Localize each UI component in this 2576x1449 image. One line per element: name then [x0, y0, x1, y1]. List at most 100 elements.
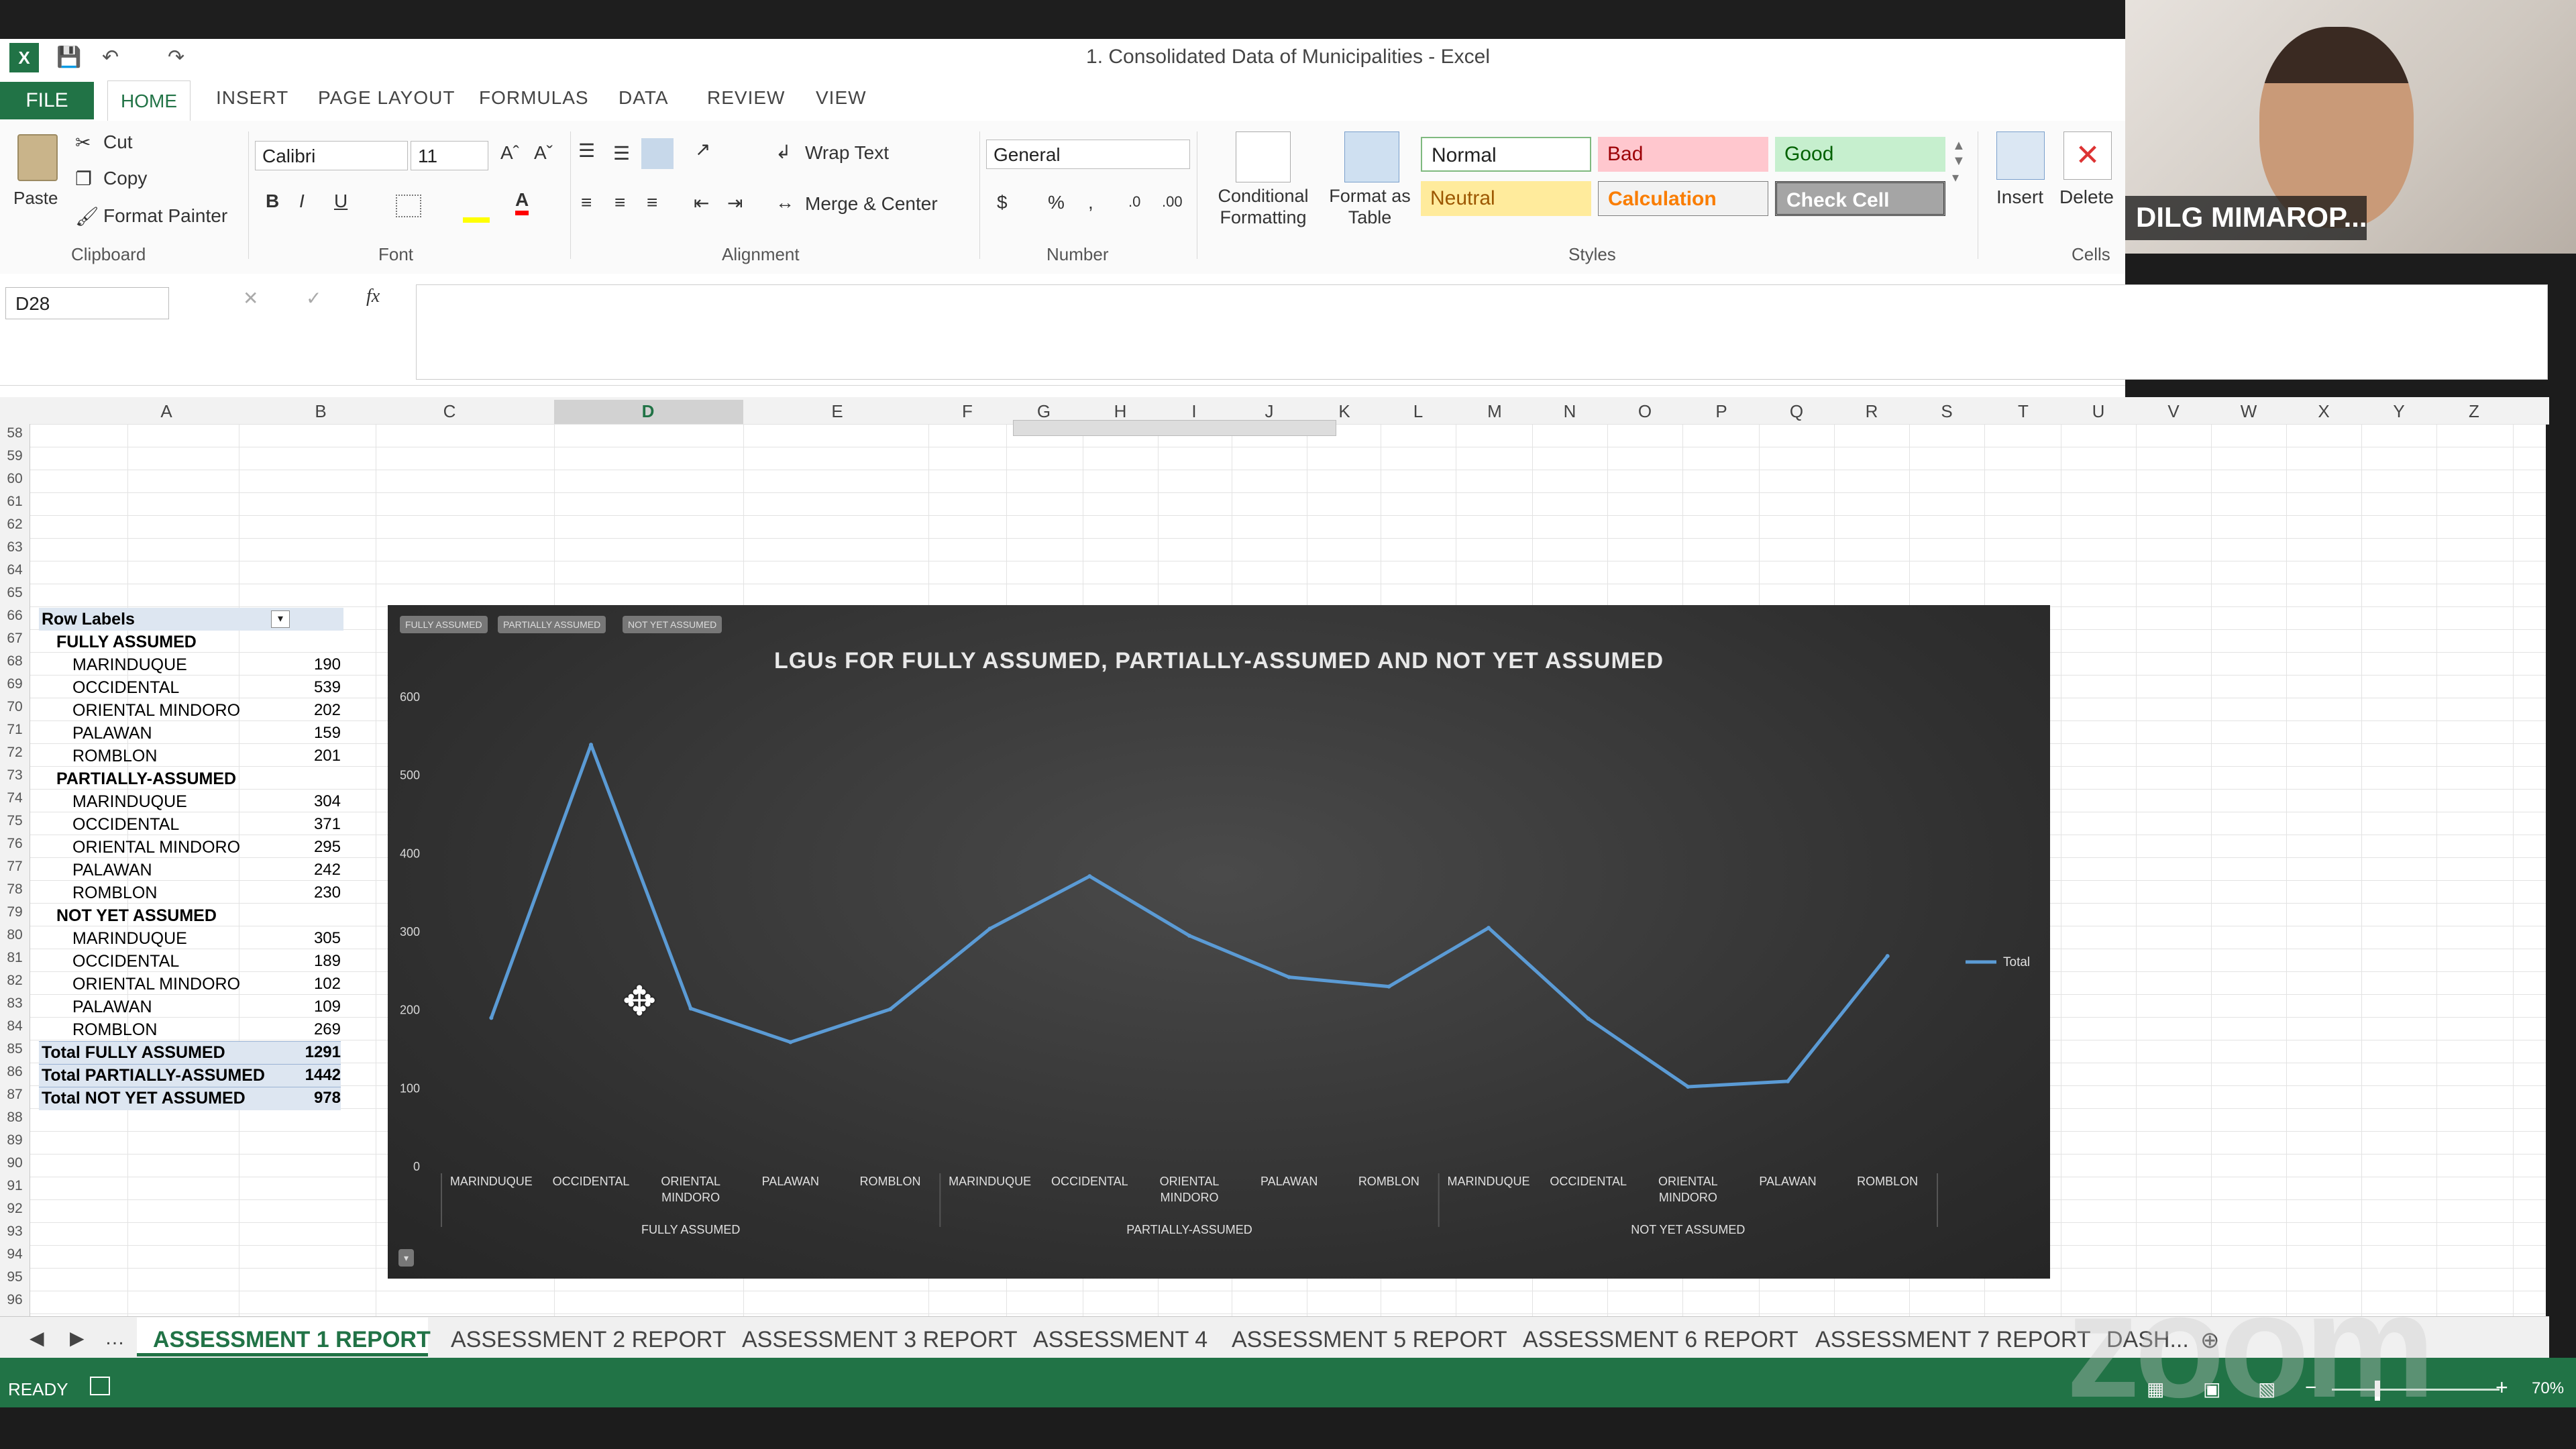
data-point[interactable] [589, 743, 593, 747]
row-header[interactable]: 62 [1, 517, 28, 533]
column-header-n[interactable]: N [1556, 401, 1583, 422]
style-calculation[interactable]: Calculation [1598, 181, 1768, 216]
paste-button[interactable]: Paste [13, 188, 58, 209]
column-header-u[interactable]: U [2085, 401, 2112, 422]
row-header[interactable]: 80 [1, 927, 28, 943]
data-point[interactable] [1586, 1016, 1591, 1021]
macro-record-icon[interactable] [90, 1377, 110, 1395]
borders-icon[interactable] [396, 195, 421, 217]
conditional-formatting-button[interactable]: Conditional Formatting [1208, 185, 1319, 228]
column-header-j[interactable]: J [1256, 401, 1283, 422]
next-sheet-icon[interactable]: ▶ [70, 1327, 85, 1349]
copy-button[interactable]: Copy [103, 168, 147, 189]
decrease-indent-icon[interactable]: ⇤ [694, 192, 709, 214]
name-box[interactable]: D28 [5, 287, 169, 319]
tab-home[interactable]: HOME [107, 80, 191, 121]
row-header[interactable]: 67 [1, 631, 28, 647]
values-field-button[interactable]: ▾ [398, 1249, 415, 1267]
row-header[interactable]: 75 [1, 813, 28, 829]
pivot-filter-dropdown-icon[interactable]: ▾ [271, 610, 290, 628]
align-center-icon[interactable]: ≡ [614, 192, 625, 213]
wrap-text-icon[interactable]: ↲ [775, 141, 791, 163]
column-header-m[interactable]: M [1481, 401, 1508, 422]
tab-formulas[interactable]: FORMULAS [479, 87, 589, 109]
italic-icon[interactable]: I [299, 191, 305, 212]
data-point[interactable] [688, 1006, 693, 1011]
prev-sheet-icon[interactable]: ◀ [30, 1327, 44, 1349]
row-header[interactable]: 63 [1, 539, 28, 555]
pivot-filter-fields[interactable] [1013, 420, 1336, 436]
data-point[interactable] [489, 1016, 494, 1020]
tab-file[interactable]: FILE [0, 82, 94, 119]
column-header-k[interactable]: K [1331, 401, 1358, 422]
data-point[interactable] [1885, 954, 1890, 959]
column-header-g[interactable]: G [1030, 401, 1057, 422]
more-sheets-icon[interactable]: … [105, 1327, 125, 1350]
row-header[interactable]: 60 [1, 471, 28, 487]
row-header[interactable]: 86 [1, 1064, 28, 1080]
font-size-select[interactable]: 11 [411, 141, 488, 170]
row-header[interactable]: 90 [1, 1155, 28, 1171]
row-header[interactable]: 92 [1, 1201, 28, 1217]
data-point[interactable] [788, 1040, 793, 1044]
format-as-table-button[interactable]: Format as Table [1323, 185, 1417, 228]
data-point[interactable] [1187, 933, 1191, 938]
row-header[interactable]: 71 [1, 722, 28, 738]
decrease-decimal-icon[interactable]: .00 [1162, 193, 1183, 211]
style-normal[interactable]: Normal [1421, 137, 1591, 172]
number-format-select[interactable]: General [986, 140, 1190, 169]
data-point[interactable] [1087, 874, 1092, 879]
data-point[interactable] [1786, 1079, 1790, 1083]
tab-assessment-7[interactable]: ASSESSMENT 7 REPORT [1815, 1327, 2091, 1353]
percent-icon[interactable]: % [1048, 192, 1065, 213]
underline-icon[interactable]: U [334, 191, 347, 212]
cancel-icon[interactable]: ✕ [243, 287, 258, 309]
column-header-h[interactable]: H [1107, 401, 1134, 422]
format-painter-icon[interactable]: 🖌 [75, 205, 99, 227]
row-header[interactable]: 68 [1, 653, 28, 669]
save-icon[interactable]: 💾 [56, 46, 81, 69]
row-header[interactable]: 83 [1, 996, 28, 1012]
column-header-i[interactable]: I [1181, 401, 1208, 422]
tab-assessment-4[interactable]: ASSESSMENT 4 [1033, 1327, 1208, 1353]
currency-icon[interactable]: $ [997, 192, 1008, 213]
row-header[interactable]: 69 [1, 676, 28, 692]
column-header-r[interactable]: R [1858, 401, 1885, 422]
column-header-q[interactable]: Q [1783, 401, 1810, 422]
row-header[interactable]: 58 [1, 425, 28, 441]
grow-font-icon[interactable]: Aˆ [500, 142, 519, 164]
merge-center-button[interactable]: Merge & Center [805, 193, 938, 215]
tab-assessment-3[interactable]: ASSESSMENT 3 REPORT [742, 1327, 1018, 1353]
font-color-icon[interactable]: A [515, 189, 529, 215]
undo-icon[interactable]: ↶ [102, 46, 119, 69]
tab-assessment-1[interactable]: ASSESSMENT 1 REPORT [153, 1327, 431, 1353]
row-header[interactable]: 70 [1, 699, 28, 715]
column-header-a[interactable]: A [153, 401, 180, 422]
row-header[interactable]: 76 [1, 836, 28, 852]
font-name-select[interactable]: Calibri [255, 141, 408, 170]
tab-page-layout[interactable]: PAGE LAYOUT [318, 87, 455, 109]
enter-icon[interactable]: ✓ [306, 287, 321, 309]
format-as-table-icon[interactable] [1344, 131, 1399, 182]
data-point[interactable] [888, 1007, 892, 1012]
wrap-text-button[interactable]: Wrap Text [805, 142, 889, 164]
row-header[interactable]: 65 [1, 585, 28, 601]
paste-icon[interactable] [17, 134, 58, 181]
column-header-v[interactable]: V [2160, 401, 2187, 422]
row-header[interactable]: 91 [1, 1178, 28, 1194]
delete-button[interactable]: Delete [2059, 186, 2114, 208]
style-bad[interactable]: Bad [1598, 137, 1768, 172]
redo-icon[interactable]: ↷ [168, 46, 184, 69]
merge-center-icon[interactable]: ↔ [775, 192, 794, 213]
insert-cells-icon[interactable] [1996, 131, 2045, 180]
column-header-y[interactable]: Y [2385, 401, 2412, 422]
row-header[interactable]: 96 [1, 1292, 28, 1308]
series-line-total[interactable] [489, 743, 1889, 1089]
column-header-p[interactable]: P [1708, 401, 1735, 422]
tab-insert[interactable]: INSERT [216, 87, 288, 109]
row-header[interactable]: 85 [1, 1041, 28, 1057]
comma-icon[interactable]: , [1088, 192, 1093, 213]
row-header[interactable]: 89 [1, 1132, 28, 1148]
row-header[interactable]: 82 [1, 973, 28, 989]
column-header-e[interactable]: E [824, 401, 851, 422]
